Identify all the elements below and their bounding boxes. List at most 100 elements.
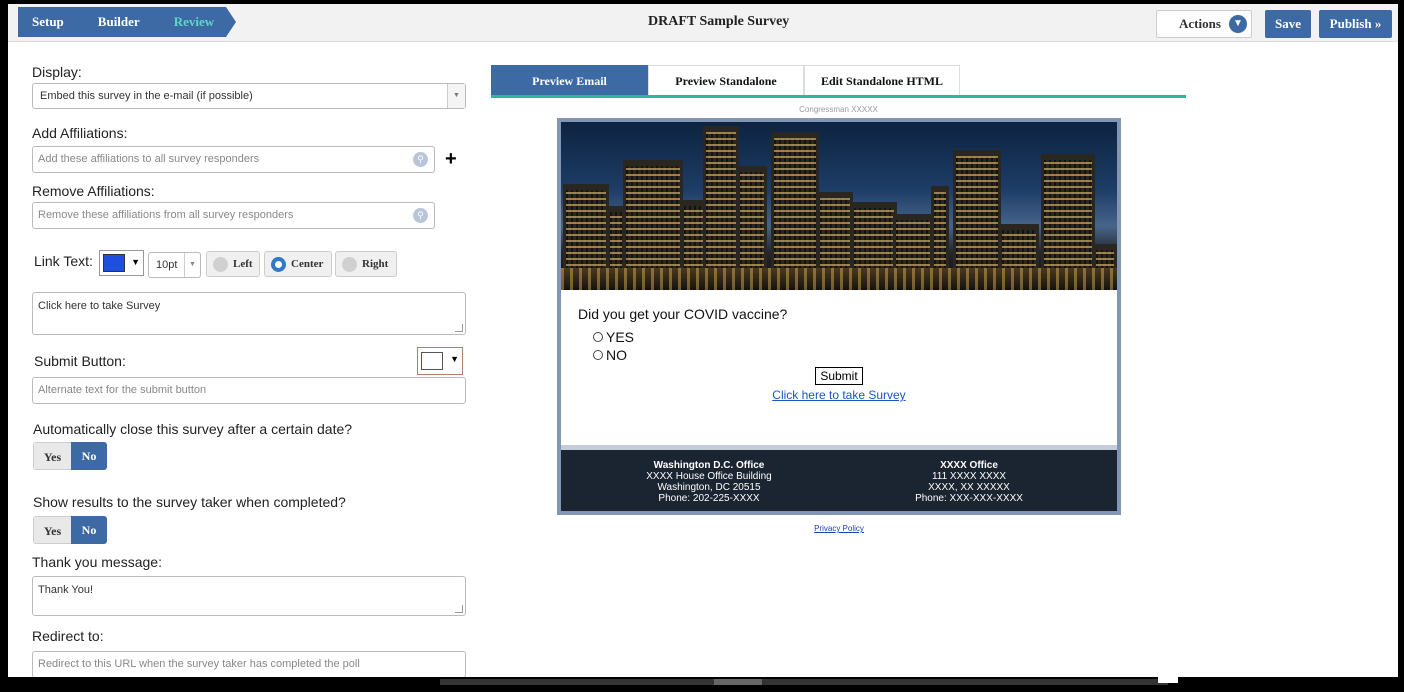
resize-handle-icon[interactable] (455, 324, 463, 332)
add-icon[interactable]: + (445, 149, 457, 169)
radio-icon (342, 257, 357, 272)
office-line: XXXX, XX XXXXX (928, 482, 1010, 493)
redirect-input[interactable]: Redirect to this URL when the survey tak… (32, 651, 466, 678)
settings-panel: Display: Embed this survey in the e-mail… (32, 44, 472, 684)
thank-you-textarea[interactable]: Thank You! (32, 576, 466, 616)
show-results-no-button[interactable]: No (71, 516, 107, 544)
tab-edit-standalone-html[interactable]: Edit Standalone HTML (804, 65, 960, 95)
align-left-label: Left (233, 258, 253, 270)
breadcrumb: Setup Builder Review (18, 7, 237, 37)
office-line: Phone: 202-225-XXXX (658, 493, 760, 504)
auto-close-no-button[interactable]: No (71, 442, 107, 470)
redirect-placeholder: Redirect to this URL when the survey tak… (38, 658, 360, 670)
survey-submit-button[interactable]: Submit (815, 367, 863, 385)
submit-button-label: Submit Button: (34, 353, 126, 369)
scrollbar-gap (1158, 677, 1178, 683)
submit-button-placeholder: Alternate text for the submit button (38, 384, 207, 396)
radio-icon[interactable] (593, 332, 603, 342)
display-value: Embed this survey in the e-mail (if poss… (40, 90, 253, 102)
email-preview: Did you get your COVID vaccine? YES NO S… (557, 118, 1121, 515)
option-yes[interactable]: YES (593, 329, 634, 345)
office-line: 111 XXXX XXXX (931, 471, 1007, 482)
caret-down-icon: ▼ (131, 257, 140, 267)
email-header-text: Congressman XXXXX (799, 105, 878, 114)
align-center-radio[interactable]: Center (264, 251, 332, 277)
radio-selected-icon (271, 257, 286, 272)
option-no-label: NO (606, 347, 627, 363)
display-select[interactable]: Embed this survey in the e-mail (if poss… (32, 83, 466, 109)
display-label: Display: (32, 64, 82, 80)
add-affiliations-input[interactable]: Add these affiliations to all survey res… (32, 146, 435, 173)
office-dc: Washington D.C. Office XXXX House Office… (589, 460, 829, 504)
office-district: XXXX Office 111 XXXX XXXX XXXX, XX XXXXX… (849, 460, 1089, 504)
submit-color-picker[interactable]: ▼ (417, 347, 463, 375)
tab-underline (491, 95, 1186, 98)
email-body: Did you get your COVID vaccine? YES NO S… (561, 122, 1117, 511)
remove-affiliations-label: Remove Affiliations: (32, 183, 155, 199)
office-line: XXXX House Office Building (646, 471, 772, 482)
link-text-textarea[interactable]: Click here to take Survey (32, 292, 466, 335)
survey-question: Did you get your COVID vaccine? (578, 306, 788, 322)
show-results-label: Show results to the survey taker when co… (33, 494, 346, 510)
scrollbar-thumb[interactable] (440, 679, 1168, 685)
search-icon: ⚲ (413, 208, 428, 223)
align-center-label: Center (291, 258, 324, 270)
link-text-value: Click here to take Survey (38, 300, 161, 312)
privacy-policy-link[interactable]: Privacy Policy (557, 524, 1121, 533)
horizontal-scrollbar[interactable] (8, 677, 1398, 688)
page-title: DRAFT Sample Survey (648, 14, 790, 29)
breadcrumb-review[interactable]: Review (149, 7, 237, 37)
chevron-down-icon: ▼ (184, 253, 200, 277)
auto-close-label: Automatically close this survey after a … (33, 421, 353, 437)
email-footer: Washington D.C. Office XXXX House Office… (561, 450, 1117, 511)
actions-dropdown[interactable]: Actions ▼ (1156, 10, 1252, 38)
office-name: Washington D.C. Office (653, 460, 765, 471)
breadcrumb-builder[interactable]: Builder (73, 7, 162, 37)
preview-tabs: Preview Email Preview Standalone Edit St… (491, 65, 960, 95)
auto-close-toggle: Yes No (33, 442, 107, 470)
remove-affiliations-placeholder: Remove these affiliations from all surve… (38, 209, 294, 221)
radio-icon[interactable] (593, 350, 603, 360)
top-bar: Setup Builder Review DRAFT Sample Survey… (8, 4, 1398, 42)
water-reflection (561, 268, 1117, 290)
city-skyline-image (561, 122, 1117, 290)
submit-button-text-input[interactable]: Alternate text for the submit button (32, 377, 466, 404)
save-button[interactable]: Save (1265, 10, 1311, 38)
remove-affiliations-input[interactable]: Remove these affiliations from all surve… (32, 202, 435, 229)
link-text-label: Link Text: (34, 253, 93, 269)
office-name: XXXX Office (940, 460, 998, 471)
take-survey-link[interactable]: Click here to take Survey (561, 388, 1117, 402)
office-line: Washington, DC 20515 (657, 482, 761, 493)
show-results-yes-button[interactable]: Yes (33, 516, 71, 544)
show-results-toggle: Yes No (33, 516, 107, 544)
submit-color-swatch (421, 352, 443, 370)
thank-you-label: Thank you message: (32, 554, 162, 570)
actions-label: Actions (1179, 16, 1221, 31)
radio-icon (213, 257, 228, 272)
align-right-radio[interactable]: Right (335, 251, 397, 277)
font-size-select[interactable]: 10pt ▼ (148, 252, 201, 278)
tab-preview-standalone[interactable]: Preview Standalone (648, 65, 804, 95)
font-size-value: 10pt (156, 259, 178, 271)
link-color-swatch (103, 254, 125, 272)
tab-preview-email[interactable]: Preview Email (491, 65, 648, 95)
caret-down-icon: ▼ (450, 354, 459, 364)
align-left-radio[interactable]: Left (206, 251, 260, 277)
office-line: Phone: XXX-XXX-XXXX (915, 493, 1023, 504)
publish-button[interactable]: Publish » (1319, 10, 1392, 38)
redirect-label: Redirect to: (32, 628, 104, 644)
resize-handle-icon[interactable] (455, 605, 463, 613)
option-yes-label: YES (606, 329, 635, 345)
chevron-down-icon: ▼ (447, 84, 465, 108)
add-affiliations-label: Add Affiliations: (32, 125, 128, 141)
option-no[interactable]: NO (593, 347, 627, 363)
app-window: Setup Builder Review DRAFT Sample Survey… (0, 0, 1404, 692)
auto-close-yes-button[interactable]: Yes (33, 442, 71, 470)
align-right-label: Right (362, 258, 389, 270)
breadcrumb-setup[interactable]: Setup (18, 7, 86, 37)
add-affiliations-placeholder: Add these affiliations to all survey res… (38, 153, 260, 165)
link-color-picker[interactable]: ▼ (99, 250, 144, 276)
chevron-down-icon: ▼ (1229, 15, 1247, 33)
search-icon: ⚲ (413, 152, 428, 167)
scrollbar-grip[interactable] (714, 679, 762, 685)
